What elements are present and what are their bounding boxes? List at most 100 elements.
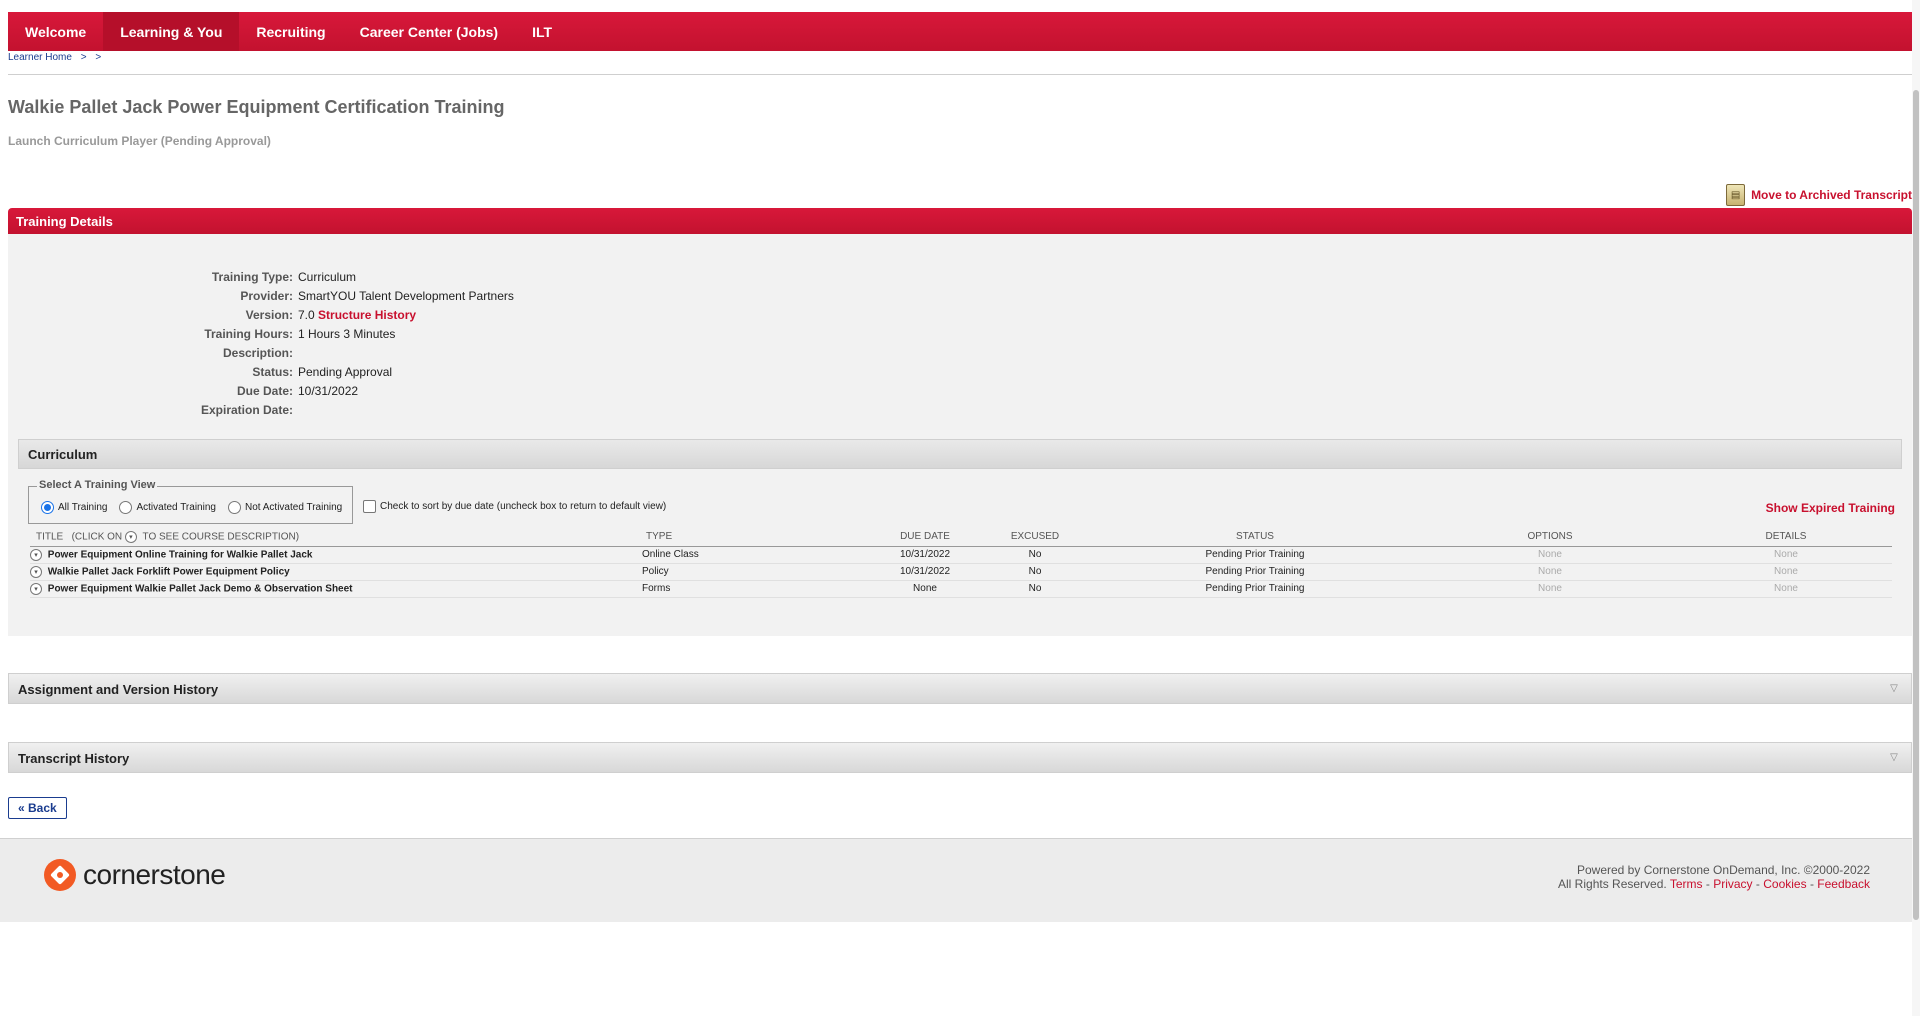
expand-icon: ▾	[124, 530, 137, 543]
column-title-label: TITLE	[36, 531, 64, 543]
course-title-cell: ▾ Power Equipment Walkie Pallet Jack Dem…	[30, 580, 640, 598]
course-details: None	[1680, 580, 1892, 598]
radio-activated-training[interactable]: Activated Training	[119, 501, 216, 514]
description-label: Description:	[222, 345, 293, 360]
course-options: None	[1420, 546, 1680, 564]
column-excused: EXCUSED	[980, 530, 1090, 547]
archive-link-label: Move to Archived Transcript	[1751, 188, 1912, 202]
training-hours-value: 1 Hours 3 Minutes	[298, 326, 396, 341]
chevron-down-icon[interactable]: ▽	[1887, 681, 1901, 695]
breadcrumb-learner-home[interactable]: Learner Home	[8, 52, 72, 63]
expiration-date-label: Expiration Date:	[200, 402, 293, 417]
tab-career-center[interactable]: Career Center (Jobs)	[343, 12, 516, 51]
move-to-archived-transcript-link[interactable]: ▤ Move to Archived Transcript	[1726, 184, 1912, 206]
terms-link[interactable]: Terms	[1670, 877, 1703, 891]
course-type: Forms	[640, 580, 870, 598]
course-details: None	[1680, 563, 1892, 581]
scrollbar-thumb[interactable]	[1913, 90, 1919, 920]
tab-ilt[interactable]: ILT	[515, 12, 569, 51]
course-excused: No	[980, 580, 1090, 598]
transcript-history-section[interactable]: Transcript History ▽	[8, 742, 1912, 773]
detail-row-type: Training Type: Curriculum	[8, 267, 708, 286]
training-details-panel: Training Type: Curriculum Provider: Smar…	[8, 234, 1912, 636]
radio-unselected-icon	[227, 501, 241, 514]
back-button[interactable]: « Back	[8, 797, 67, 819]
sort-by-due-date-checkbox[interactable]: Check to sort by due date (uncheck box t…	[363, 500, 666, 513]
course-title[interactable]: Walkie Pallet Jack Forklift Power Equipm…	[48, 566, 290, 577]
curriculum-table: TITLE (CLICK ON ▾ TO SEE COURSE DESCRIPT…	[30, 530, 1892, 598]
course-status: Pending Prior Training	[1090, 580, 1420, 598]
cornerstone-logo-icon	[44, 859, 76, 891]
radio-all-training[interactable]: All Training	[41, 501, 107, 514]
training-view-selector: Select A Training View All Training Acti…	[28, 479, 353, 524]
due-date-label: Due Date:	[236, 383, 293, 398]
course-options: None	[1420, 580, 1680, 598]
breadcrumb: Learner Home > >	[8, 52, 107, 63]
show-expired-training-link[interactable]: Show Expired Training	[1766, 501, 1895, 515]
course-title[interactable]: Power Equipment Online Training for Walk…	[48, 549, 313, 560]
detail-row-status: Status: Pending Approval	[8, 362, 708, 381]
course-options: None	[1420, 563, 1680, 581]
table-header-row: TITLE (CLICK ON ▾ TO SEE COURSE DESCRIPT…	[30, 530, 1892, 547]
transcript-history-title: Transcript History	[18, 751, 130, 766]
course-details: None	[1680, 546, 1892, 564]
radio-selected-icon	[41, 501, 54, 514]
column-title-hint-suffix: TO SEE COURSE DESCRIPTION)	[142, 531, 300, 543]
sort-by-due-date-label: Check to sort by due date (uncheck box t…	[380, 501, 667, 512]
feedback-link[interactable]: Feedback	[1817, 877, 1870, 891]
all-rights-reserved: All Rights Reserved.	[1558, 877, 1667, 891]
course-type: Online Class	[640, 546, 870, 564]
table-row: ▾ Walkie Pallet Jack Forklift Power Equi…	[30, 563, 1892, 581]
course-due-date: 10/31/2022	[870, 546, 980, 564]
expand-description-icon[interactable]: ▾	[30, 548, 42, 561]
column-type: TYPE	[640, 530, 870, 547]
detail-row-provider: Provider: SmartYOU Talent Development Pa…	[8, 286, 708, 305]
vertical-scrollbar[interactable]	[1912, 0, 1920, 1016]
footer: cornerstone Powered by Cornerstone OnDem…	[0, 838, 1912, 922]
page-title: Walkie Pallet Jack Power Equipment Certi…	[8, 97, 505, 117]
expand-description-icon[interactable]: ▾	[30, 565, 42, 578]
footer-separator: -	[1809, 877, 1814, 891]
expand-description-icon[interactable]: ▾	[30, 582, 42, 595]
top-navigation: Welcome Learning & You Recruiting Career…	[8, 12, 1912, 51]
chevron-down-icon[interactable]: ▽	[1887, 750, 1901, 764]
privacy-link[interactable]: Privacy	[1713, 877, 1752, 891]
assignment-version-history-section[interactable]: Assignment and Version History ▽	[8, 673, 1912, 704]
page-subtitle: Launch Curriculum Player (Pending Approv…	[8, 134, 271, 148]
detail-row-description: Description:	[8, 343, 708, 362]
detail-row-version: Version: 7.0 Structure History	[8, 305, 708, 324]
tab-learning-and-you[interactable]: Learning & You	[103, 12, 240, 51]
breadcrumb-separator: >	[95, 52, 102, 63]
footer-text: Powered by Cornerstone OnDemand, Inc. ©2…	[1558, 863, 1870, 891]
tab-welcome[interactable]: Welcome	[8, 12, 103, 51]
course-title[interactable]: Power Equipment Walkie Pallet Jack Demo …	[48, 583, 353, 594]
status-label: Status:	[252, 364, 293, 379]
cornerstone-logo: cornerstone	[44, 859, 226, 891]
column-status: STATUS	[1090, 530, 1420, 547]
course-excused: No	[980, 563, 1090, 581]
column-due-date: DUE DATE	[870, 530, 980, 547]
radio-label: Not Activated Training	[244, 502, 343, 513]
column-title: TITLE (CLICK ON ▾ TO SEE COURSE DESCRIPT…	[30, 530, 640, 547]
tab-recruiting[interactable]: Recruiting	[239, 12, 342, 51]
course-status: Pending Prior Training	[1090, 563, 1420, 581]
breadcrumb-separator: >	[80, 52, 87, 63]
column-title-hint-prefix: (CLICK ON	[71, 531, 123, 543]
radio-not-activated-training[interactable]: Not Activated Training	[227, 501, 343, 514]
training-view-radios: All Training Activated Training Not Acti…	[41, 501, 342, 514]
course-due-date: 10/31/2022	[870, 563, 980, 581]
structure-history-link[interactable]: Structure History	[318, 308, 416, 322]
training-type-label: Training Type:	[211, 269, 293, 284]
course-title-cell: ▾ Power Equipment Online Training for Wa…	[30, 546, 640, 564]
version-value: 7.0	[298, 307, 315, 322]
training-view-legend: Select A Training View	[37, 479, 158, 491]
course-excused: No	[980, 546, 1090, 564]
detail-row-hours: Training Hours: 1 Hours 3 Minutes	[8, 324, 708, 343]
cookies-link[interactable]: Cookies	[1763, 877, 1806, 891]
table-row: ▾ Power Equipment Walkie Pallet Jack Dem…	[30, 580, 1892, 598]
radio-label: All Training	[58, 502, 108, 513]
cornerstone-logo-text: cornerstone	[83, 859, 226, 890]
table-row: ▾ Power Equipment Online Training for Wa…	[30, 546, 1892, 564]
radio-label: Activated Training	[136, 502, 216, 513]
provider-value: SmartYOU Talent Development Partners	[298, 288, 514, 303]
